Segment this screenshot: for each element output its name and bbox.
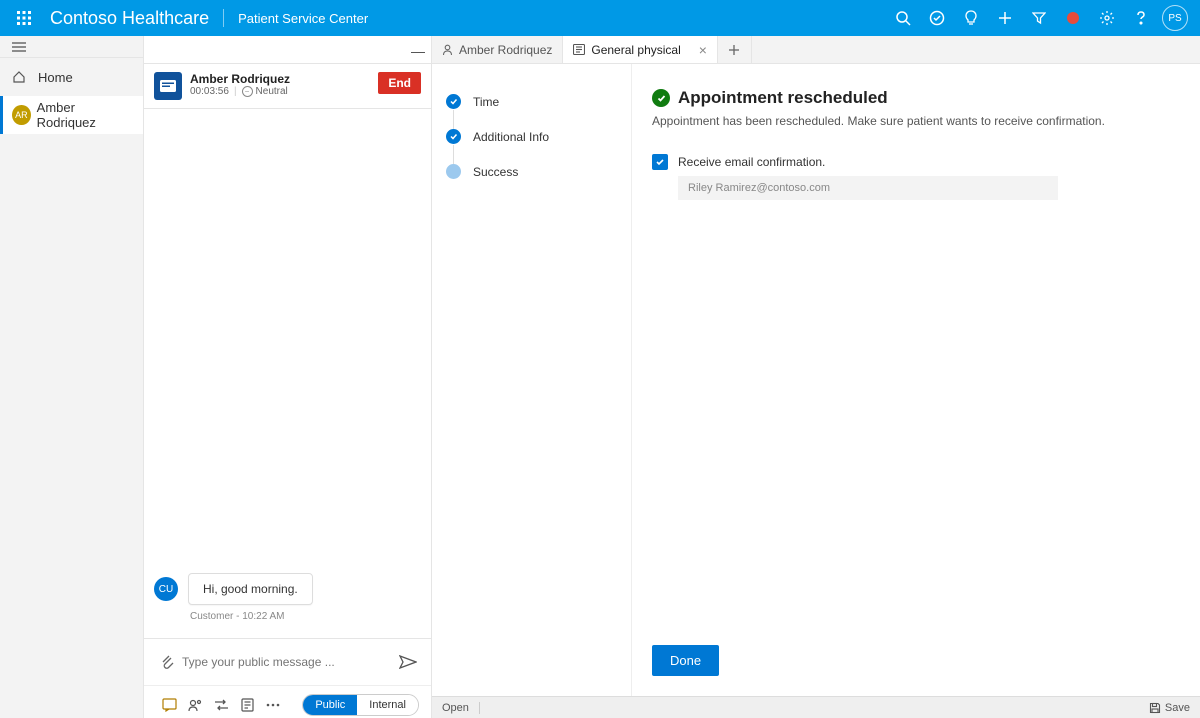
work-area: Amber Rodriquez General physical × Time … — [432, 36, 1200, 718]
step-time-label: Time — [473, 95, 499, 109]
top-bar: Contoso Healthcare Patient Service Cente… — [0, 0, 1200, 36]
step-success[interactable]: Success — [446, 154, 617, 189]
minimize-icon[interactable] — [411, 52, 425, 54]
send-icon[interactable] — [397, 655, 419, 669]
left-nav: Home AR Amber Rodriquez — [0, 36, 144, 718]
patient-avatar-icon: AR — [12, 105, 31, 125]
lightbulb-icon[interactable] — [954, 0, 988, 36]
divider — [223, 9, 224, 27]
tab-patient-label: Amber Rodriquez — [459, 43, 552, 57]
customer-avatar-icon: CU — [154, 577, 178, 601]
conv-timer: 00:03:56 — [190, 86, 229, 97]
steps-list: Time Additional Info Success — [432, 64, 632, 696]
save-icon[interactable] — [1149, 702, 1161, 714]
status-open[interactable]: Open — [442, 702, 469, 714]
form-title: Appointment rescheduled — [678, 88, 888, 108]
seg-public[interactable]: Public — [303, 695, 357, 715]
nav-home[interactable]: Home — [0, 58, 143, 96]
sentiment-icon: – — [242, 86, 253, 97]
user-avatar[interactable]: PS — [1158, 0, 1192, 36]
nav-patient[interactable]: AR Amber Rodriquez — [0, 96, 143, 134]
add-tab-button[interactable] — [718, 36, 752, 63]
task-icon[interactable] — [920, 0, 954, 36]
status-bar: Open Save — [432, 696, 1200, 718]
step-success-label: Success — [473, 165, 518, 179]
person-icon — [442, 44, 453, 56]
brand-title: Contoso Healthcare — [40, 8, 219, 29]
tab-general-physical[interactable]: General physical × — [563, 36, 718, 63]
compose-input[interactable] — [178, 649, 397, 675]
tab-row: Amber Rodriquez General physical × — [432, 36, 1200, 64]
chat-channel-icon — [154, 72, 182, 100]
tab-patient[interactable]: Amber Rodriquez — [432, 36, 563, 63]
done-button[interactable]: Done — [652, 645, 719, 676]
compose-toolbar: Public Internal — [144, 685, 431, 718]
email-field[interactable]: Riley Ramirez@contoso.com — [678, 176, 1058, 200]
nav-patient-label: Amber Rodriquez — [37, 100, 131, 130]
hamburger-icon[interactable] — [0, 36, 143, 58]
add-icon[interactable] — [988, 0, 1022, 36]
attachment-icon[interactable] — [156, 654, 178, 670]
form-description: Appointment has been rescheduled. Make s… — [652, 114, 1180, 128]
help-icon[interactable] — [1124, 0, 1158, 36]
tab-general-label: General physical — [591, 43, 680, 57]
message-row: CU Hi, good morning. — [154, 573, 421, 605]
transfer-icon[interactable] — [208, 699, 234, 711]
filter-icon[interactable] — [1022, 0, 1056, 36]
app-subtitle: Patient Service Center — [228, 11, 368, 26]
nav-home-label: Home — [38, 70, 73, 85]
visibility-toggle[interactable]: Public Internal — [302, 694, 419, 716]
form-icon — [573, 44, 585, 55]
step-additional-info[interactable]: Additional Info — [446, 119, 617, 154]
message-meta: Customer - 10:22 AM — [154, 611, 421, 622]
consult-icon[interactable] — [182, 698, 208, 712]
step-done-icon — [446, 129, 461, 144]
email-confirmation-checkbox[interactable]: Receive email confirmation. — [652, 154, 1180, 170]
composer — [144, 638, 431, 685]
status-save[interactable]: Save — [1165, 702, 1190, 714]
quick-replies-icon[interactable] — [156, 698, 182, 712]
step-done-icon — [446, 94, 461, 109]
end-button[interactable]: End — [378, 72, 421, 94]
conv-sentiment: Neutral — [256, 86, 288, 97]
step-current-icon — [446, 164, 461, 179]
step-additional-label: Additional Info — [473, 130, 549, 144]
home-icon — [12, 70, 30, 84]
conversation-panel: Amber Rodriquez 00:03:56 | – Neutral End… — [144, 36, 432, 718]
record-icon[interactable] — [1056, 0, 1090, 36]
form-area: Appointment rescheduled Appointment has … — [632, 64, 1200, 696]
seg-internal[interactable]: Internal — [357, 695, 418, 715]
app-launcher-icon[interactable] — [8, 11, 40, 25]
conv-tabstrip — [144, 36, 431, 64]
messages-area: CU Hi, good morning. Customer - 10:22 AM — [144, 109, 431, 638]
checkbox-label: Receive email confirmation. — [678, 155, 825, 169]
message-bubble: Hi, good morning. — [188, 573, 313, 605]
more-icon[interactable] — [260, 703, 286, 707]
step-time[interactable]: Time — [446, 84, 617, 119]
success-check-icon — [652, 89, 670, 107]
conv-name: Amber Rodriquez — [190, 72, 378, 86]
settings-icon[interactable] — [1090, 0, 1124, 36]
close-icon[interactable]: × — [699, 42, 707, 58]
checkbox-checked-icon — [652, 154, 668, 170]
search-icon[interactable] — [886, 0, 920, 36]
conv-header: Amber Rodriquez 00:03:56 | – Neutral End — [144, 64, 431, 109]
notes-icon[interactable] — [234, 698, 260, 712]
